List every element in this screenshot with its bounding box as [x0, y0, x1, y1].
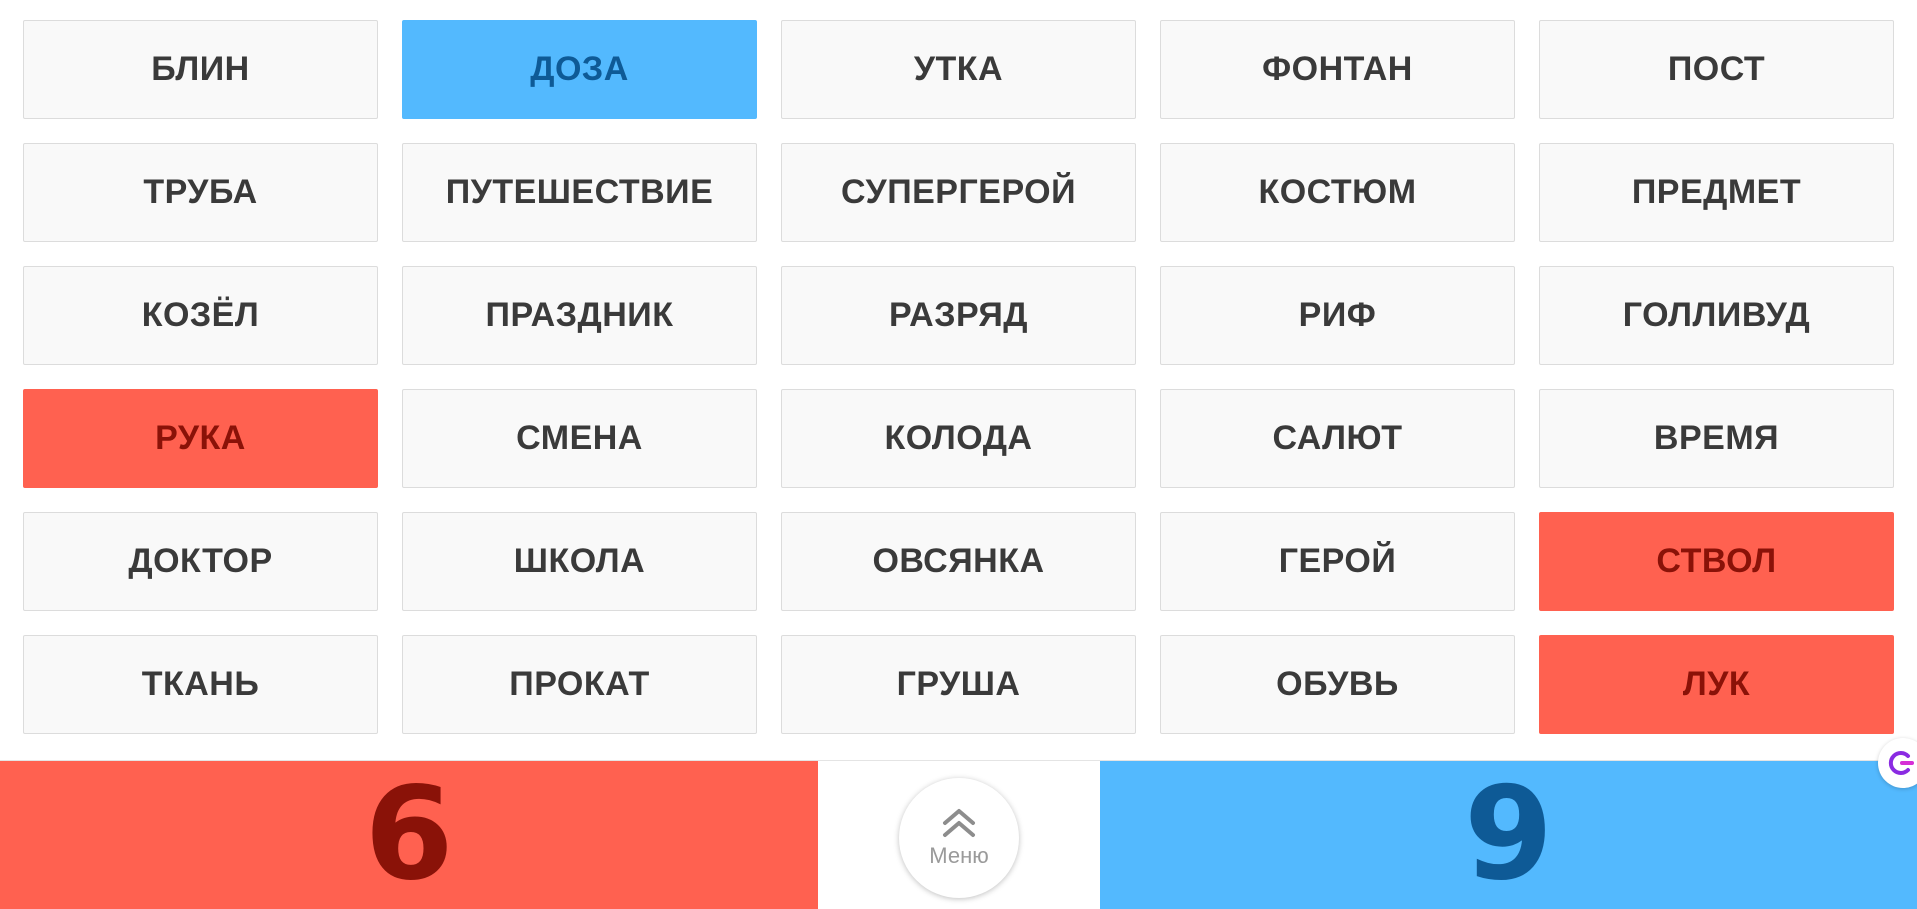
word-card[interactable]: ГЕРОЙ — [1160, 512, 1515, 611]
word-card-label: САЛЮТ — [1272, 419, 1403, 457]
word-card-label: ПРАЗДНИК — [485, 296, 674, 334]
word-card-label: ПУТЕШЕСТВИЕ — [445, 173, 714, 211]
word-card[interactable]: САЛЮТ — [1160, 389, 1515, 488]
word-card-label: КОСТЮМ — [1258, 173, 1417, 211]
red-team-score-panel: 6 — [0, 761, 818, 909]
word-card-label: ТРУБА — [143, 173, 258, 211]
word-card[interactable]: ОВСЯНКА — [781, 512, 1136, 611]
word-card-label: ГРУША — [896, 665, 1021, 703]
word-card[interactable]: ШКОЛА — [402, 512, 757, 611]
word-card-label: ЛУК — [1682, 665, 1751, 703]
word-card[interactable]: ГРУША — [781, 635, 1136, 734]
word-card[interactable]: РИФ — [1160, 266, 1515, 365]
word-card[interactable]: ФОНТАН — [1160, 20, 1515, 119]
word-card-label: СМЕНА — [516, 419, 643, 457]
word-card-label: СУПЕРГЕРОЙ — [840, 173, 1077, 211]
word-card[interactable]: ОБУВЬ — [1160, 635, 1515, 734]
word-card[interactable]: ПУТЕШЕСТВИЕ — [402, 143, 757, 242]
word-card[interactable]: ГОЛЛИВУД — [1539, 266, 1894, 365]
word-card-label: ТКАНЬ — [141, 665, 260, 703]
word-card-label: РИФ — [1298, 296, 1377, 334]
word-card-label: КОЗЁЛ — [141, 296, 260, 334]
word-card[interactable]: РУКА — [23, 389, 378, 488]
double-chevron-up-icon — [943, 809, 975, 837]
menu-button[interactable]: Меню — [899, 778, 1019, 898]
word-card[interactable]: КОСТЮМ — [1160, 143, 1515, 242]
word-card-label: ПРЕДМЕТ — [1631, 173, 1802, 211]
floating-widget-button[interactable] — [1878, 738, 1917, 788]
word-card-label: ГЕРОЙ — [1278, 542, 1397, 580]
swirl-logo-icon — [1888, 751, 1914, 775]
word-card-label: ПРОКАТ — [509, 665, 650, 703]
word-card[interactable]: ДОЗА — [402, 20, 757, 119]
word-card[interactable]: СТВОЛ — [1539, 512, 1894, 611]
menu-label: Меню — [929, 843, 989, 868]
word-card-label: ДОЗА — [530, 50, 629, 88]
word-card[interactable]: РАЗРЯД — [781, 266, 1136, 365]
word-card-label: ОБУВЬ — [1276, 665, 1399, 703]
blue-team-score-panel: 9 — [1100, 761, 1917, 909]
word-card[interactable]: БЛИН — [23, 20, 378, 119]
word-card[interactable]: ПОСТ — [1539, 20, 1894, 119]
word-card[interactable]: ЛУК — [1539, 635, 1894, 734]
word-card-label: ГОЛЛИВУД — [1622, 296, 1811, 334]
word-card-label: ФОНТАН — [1262, 50, 1413, 88]
word-card-label: ДОКТОР — [128, 542, 273, 580]
blue-team-score: 9 — [1463, 760, 1554, 909]
word-card-label: ШКОЛА — [513, 542, 646, 580]
word-card[interactable]: ПРАЗДНИК — [402, 266, 757, 365]
word-card[interactable]: ПРЕДМЕТ — [1539, 143, 1894, 242]
word-board: БЛИН ДОЗА УТКА ФОНТАН ПОСТ ТРУБА ПУТЕШЕС… — [23, 20, 1895, 734]
word-card-label: БЛИН — [151, 50, 250, 88]
word-card[interactable]: ТКАНЬ — [23, 635, 378, 734]
word-card-label: ОВСЯНКА — [872, 542, 1045, 580]
word-card-label: СТВОЛ — [1656, 542, 1777, 580]
word-card[interactable]: СМЕНА — [402, 389, 757, 488]
word-card[interactable]: УТКА — [781, 20, 1136, 119]
word-card[interactable]: ВРЕМЯ — [1539, 389, 1894, 488]
word-card-label: УТКА — [913, 50, 1004, 88]
word-card-label: КОЛОДА — [884, 419, 1033, 457]
red-team-score: 6 — [364, 760, 454, 909]
word-card-label: ВРЕМЯ — [1653, 419, 1780, 457]
word-card-label: РАЗРЯД — [888, 296, 1029, 334]
word-card[interactable]: ПРОКАТ — [402, 635, 757, 734]
word-card[interactable]: КОЗЁЛ — [23, 266, 378, 365]
word-card[interactable]: ТРУБА — [23, 143, 378, 242]
word-card[interactable]: КОЛОДА — [781, 389, 1136, 488]
word-card[interactable]: ДОКТОР — [23, 512, 378, 611]
word-card[interactable]: СУПЕРГЕРОЙ — [781, 143, 1136, 242]
word-card-label: ПОСТ — [1667, 50, 1766, 88]
word-card-label: РУКА — [155, 419, 246, 457]
